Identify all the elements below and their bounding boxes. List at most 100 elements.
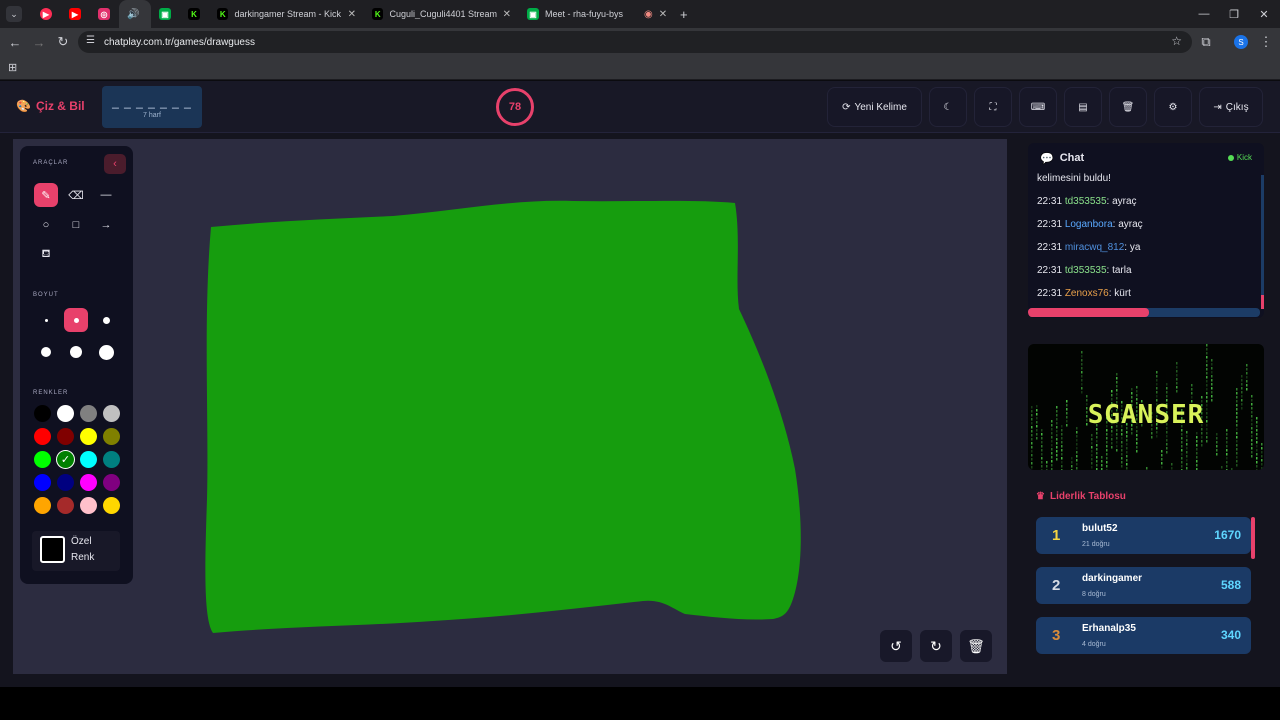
size-option-2[interactable] bbox=[64, 308, 88, 332]
custom-color-button[interactable]: Özel Renk bbox=[32, 531, 120, 571]
size-option-3[interactable] bbox=[94, 308, 118, 332]
message-user[interactable]: Zenoxs76 bbox=[1065, 288, 1109, 299]
color-swatch[interactable] bbox=[80, 405, 97, 422]
close-window-icon[interactable]: ✕ bbox=[1248, 0, 1280, 28]
clear-button[interactable]: 🗑 bbox=[1109, 87, 1147, 127]
message-user[interactable]: Loganbora bbox=[1065, 219, 1113, 230]
browser-tab[interactable]: ▣ Meet - rha-fuyu-bys bbox=[519, 0, 636, 28]
color-swatch[interactable] bbox=[103, 474, 120, 491]
profile-avatar[interactable]: S bbox=[1234, 35, 1248, 49]
apps-grid-icon[interactable]: ⊞ bbox=[8, 61, 17, 74]
color-swatch[interactable] bbox=[80, 428, 97, 445]
eraser-tool[interactable]: ⌫ bbox=[64, 183, 88, 207]
address-bar[interactable]: ☰ chatplay.com.tr/games/drawguess ☆ bbox=[78, 31, 1192, 53]
new-tab-button[interactable]: + bbox=[672, 0, 696, 28]
chat-scrollbar[interactable] bbox=[1261, 175, 1264, 309]
browser-tab[interactable]: ◎ bbox=[90, 0, 119, 28]
rain-dot bbox=[1076, 463, 1078, 466]
rain-dot bbox=[1031, 458, 1033, 461]
color-swatch[interactable] bbox=[80, 474, 97, 491]
message-user[interactable]: td353535 bbox=[1065, 265, 1107, 276]
rain-dot bbox=[1196, 432, 1198, 435]
close-icon[interactable]: ✕ bbox=[659, 9, 667, 20]
close-icon[interactable]: ✕ bbox=[348, 9, 356, 20]
rain-dot bbox=[1176, 382, 1178, 385]
browser-tab[interactable]: ▶ bbox=[32, 0, 61, 28]
brush-tool[interactable]: ✎ bbox=[34, 183, 58, 207]
logout-button[interactable]: ⇥ Çıkış bbox=[1199, 87, 1263, 127]
reload-icon[interactable]: ↻ bbox=[51, 30, 75, 54]
redo-button[interactable]: ↻ bbox=[920, 630, 952, 662]
color-swatch[interactable] bbox=[34, 451, 51, 468]
undo-button[interactable]: ↺ bbox=[880, 630, 912, 662]
clear-canvas-button[interactable]: 🗑 bbox=[960, 630, 992, 662]
keyboard-button[interactable]: ⌨ bbox=[1019, 87, 1057, 127]
color-swatch[interactable] bbox=[103, 428, 120, 445]
color-swatch[interactable] bbox=[57, 497, 74, 514]
arrow-tool[interactable]: → bbox=[94, 213, 118, 237]
color-swatch[interactable] bbox=[103, 451, 120, 468]
rain-dot bbox=[1091, 454, 1093, 457]
browser-tab-active[interactable]: 🔊 bbox=[119, 0, 151, 28]
message-user[interactable]: td353535 bbox=[1065, 196, 1107, 207]
rain-dot bbox=[1116, 373, 1118, 376]
browser-tab[interactable]: ▣ bbox=[151, 0, 180, 28]
chat-panel: 💬 Chat Kick kelimesini buldu! 22:31 td3535… bbox=[1028, 143, 1264, 318]
collapse-panel-button[interactable]: ‹ bbox=[104, 154, 126, 174]
drawing-canvas[interactable] bbox=[13, 139, 1007, 674]
rain-dot bbox=[1136, 446, 1138, 449]
browser-tab[interactable]: K bbox=[180, 0, 209, 28]
color-swatch[interactable]: ✓ bbox=[57, 451, 74, 468]
size-option-5[interactable] bbox=[64, 340, 88, 364]
message-user[interactable]: miracwq_812 bbox=[1065, 242, 1124, 253]
color-swatch[interactable] bbox=[80, 497, 97, 514]
archive-button[interactable]: ▤ bbox=[1064, 87, 1102, 127]
settings-button[interactable]: ⚙ bbox=[1154, 87, 1192, 127]
color-swatch[interactable] bbox=[103, 405, 120, 422]
browser-tab[interactable]: Kdarkingamer Stream - Kick Dash ✕ bbox=[209, 0, 364, 28]
color-swatch[interactable] bbox=[34, 405, 51, 422]
menu-dots-icon[interactable]: ⋮ bbox=[1254, 30, 1278, 54]
status-dot-icon bbox=[1227, 154, 1234, 161]
fill-tool[interactable]: ⛾ bbox=[34, 243, 58, 267]
rectangle-tool[interactable]: □ bbox=[64, 213, 88, 237]
color-swatch[interactable] bbox=[34, 497, 51, 514]
size-option-4[interactable] bbox=[34, 340, 58, 364]
minimize-icon[interactable]: — bbox=[1188, 0, 1220, 28]
leaderboard-scroll-thumb[interactable] bbox=[1251, 517, 1255, 559]
color-swatch[interactable] bbox=[34, 474, 51, 491]
rain-dot bbox=[1061, 445, 1063, 448]
new-word-button[interactable]: ⟳ Yeni Kelime bbox=[827, 87, 922, 127]
forward-icon[interactable]: → bbox=[27, 30, 51, 54]
color-swatch[interactable] bbox=[57, 474, 74, 491]
browser-tab[interactable]: ◉ ✕ bbox=[636, 0, 672, 28]
size-option-6[interactable] bbox=[94, 340, 118, 364]
logo[interactable]: 🎨 Çiz & Bil bbox=[16, 99, 85, 113]
banner-text: SGANSER bbox=[1087, 400, 1205, 430]
color-swatch[interactable] bbox=[57, 428, 74, 445]
browser-tab[interactable]: ▶ bbox=[61, 0, 90, 28]
chat-scroll-thumb[interactable] bbox=[1261, 295, 1264, 309]
close-icon[interactable]: ✕ bbox=[503, 9, 511, 20]
circle-tool[interactable]: ○ bbox=[34, 213, 58, 237]
restore-icon[interactable]: ❐ bbox=[1218, 0, 1250, 28]
record-icon: ◉ bbox=[644, 8, 653, 20]
fullscreen-button[interactable]: ⛶ bbox=[974, 87, 1012, 127]
rain-dot bbox=[1081, 379, 1083, 382]
rain-dot bbox=[1121, 453, 1123, 456]
back-icon[interactable]: ← bbox=[3, 30, 27, 54]
color-swatch[interactable] bbox=[34, 428, 51, 445]
extensions-icon[interactable]: ⧉ bbox=[1194, 30, 1218, 54]
bookmark-star-icon[interactable]: ☆ bbox=[1171, 34, 1182, 48]
color-swatch[interactable] bbox=[103, 497, 120, 514]
chat-message: 22:31 Zenoxs76: kürt bbox=[1037, 288, 1131, 299]
size-option-1[interactable] bbox=[34, 308, 58, 332]
site-info-icon[interactable]: ☰ bbox=[86, 35, 95, 46]
line-tool[interactable]: — bbox=[94, 183, 118, 207]
browser-tab[interactable]: K Cuguli_Cuguli4401 Stream - Wa ✕ bbox=[364, 0, 519, 28]
color-swatch[interactable] bbox=[57, 405, 74, 422]
dark-mode-button[interactable]: ☾ bbox=[929, 87, 967, 127]
rain-dot bbox=[1101, 468, 1103, 470]
tab-search-button[interactable]: ⌄ bbox=[6, 6, 22, 22]
color-swatch[interactable] bbox=[80, 451, 97, 468]
